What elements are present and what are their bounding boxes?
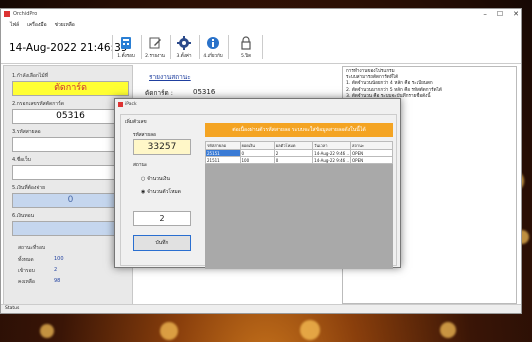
background-light	[160, 322, 178, 340]
code-label: รหัสสายลอ	[133, 133, 156, 138]
status-label: สถานะ	[133, 163, 148, 168]
calculator-icon	[121, 37, 131, 49]
table-row[interactable]: 21511 100 0 14-Aug-22 9:46 .. OPEN	[205, 156, 393, 164]
web-name-input[interactable]	[12, 165, 129, 180]
step3-label: 3.รหัสสายลอ	[12, 129, 41, 135]
code-value-field[interactable]: 33257	[133, 139, 191, 155]
column-header[interactable]: สถานะ	[350, 141, 393, 150]
info-icon	[207, 37, 219, 49]
table-row[interactable]: 25151 0 2 14-Aug-22 9:46 .. OPEN	[205, 149, 393, 157]
change-field[interactable]	[12, 221, 129, 236]
dialog-title: iPack	[125, 102, 137, 107]
column-header[interactable]: รหัสสายลอ	[205, 141, 241, 150]
toolbar-button-label: 1.ตั้งรอบ	[117, 54, 135, 59]
toolbar-button-label: 5.ปิด	[240, 54, 252, 59]
radio-amount[interactable]: ○ จำนวนเงิน	[141, 175, 170, 183]
center-key: ตัดการ์ด :	[145, 89, 173, 97]
gear-icon	[177, 36, 191, 50]
minimize-button[interactable]: –	[483, 10, 487, 18]
menu-help[interactable]: ช่วยเหลือ	[55, 21, 75, 29]
code-input[interactable]: 05316	[12, 109, 129, 124]
step5-label: 5.เงินที่ต้องจ่าย	[12, 185, 45, 191]
step4-label: 4.ชื่อเว็บ	[12, 157, 31, 163]
summary-title: สถานะที่รอบ	[18, 245, 46, 251]
datetime-display: 14-Aug-2022 21:46:39	[9, 42, 128, 54]
step1-label: 1.กำลังเลือกไม้ที่	[12, 73, 49, 79]
toolbar-button-round[interactable]: 1.ตั้งรอบ	[113, 34, 139, 62]
group-title: เพิ่มตัวเลข	[125, 120, 147, 125]
background-light	[440, 322, 456, 338]
save-button[interactable]: บันทึก	[133, 235, 191, 251]
column-header[interactable]: วันเวลา	[312, 141, 352, 150]
close-button[interactable]: ✕	[513, 10, 519, 18]
center-value: 05316	[193, 88, 216, 96]
toolbar-button-label: 2.รายงาน	[145, 54, 165, 59]
dialog-window: iPack เพิ่มตัวเลข รหัสสายลอ 33257 สถานะ …	[114, 98, 401, 269]
menu-tools[interactable]: เครื่องมือ	[27, 21, 46, 29]
info-banner: ต่อเนื่องผ่านตัวรหัสสายลอ ระบบจะใส่ข้อมู…	[205, 123, 393, 137]
window-title: OrchidPro	[13, 11, 38, 17]
summary-row: เข้ารอบ 2	[18, 267, 58, 274]
summary-row: คงเหลือ 98	[18, 278, 61, 285]
background-light	[300, 320, 320, 340]
step2-label: 2.กรอกเลขรหัสตัดการ์ด	[12, 101, 64, 107]
column-header[interactable]: ยอดเงิน	[239, 141, 275, 150]
toolbar-button-label: 3.ตั้งค่า	[176, 54, 192, 59]
title-bar: OrchidPro – ☐ ✕	[1, 9, 521, 20]
summary-row: ทั้งหมด 100	[18, 256, 64, 263]
dialog-icon	[118, 102, 123, 107]
toolbar-button-about[interactable]: 4.เกี่ยวกับ	[200, 34, 226, 62]
grid-header: รหัสสายลอ ยอดเงิน ผลตัวโหมด วันเวลา สถาน…	[205, 141, 393, 150]
toolbar-button-report[interactable]: 2.รายงาน	[142, 34, 168, 62]
menu-file[interactable]: ไฟล์	[10, 21, 19, 29]
app-icon	[4, 11, 10, 17]
background-light	[40, 324, 54, 338]
data-grid: รหัสสายลอ ยอดเงิน ผลตัวโหมด วันเวลา สถาน…	[205, 141, 393, 269]
toolbar: 14-Aug-2022 21:46:39 1.ตั้งรอบ 2.รายงาน …	[1, 31, 521, 64]
menu-bar: ไฟล์ เครื่องมือ ช่วยเหลือ	[1, 20, 521, 29]
status-bar: Status	[1, 304, 521, 313]
column-header[interactable]: ผลตัวโหมด	[273, 141, 314, 150]
quantity-input[interactable]: 2	[133, 211, 191, 226]
mode-field[interactable]: ตัดการ์ด	[12, 81, 129, 96]
toolbar-button-label: 4.เกี่ยวกับ	[203, 54, 223, 59]
toolbar-button-settings[interactable]: 3.ตั้งค่า	[171, 34, 197, 62]
line-code-input[interactable]	[12, 137, 129, 152]
payment-field[interactable]: 0	[12, 193, 129, 208]
toolbar-button-close[interactable]: 5.ปิด	[233, 34, 259, 62]
dialog-group: เพิ่มตัวเลข รหัสสายลอ 33257 สถานะ ○ จำนว…	[120, 114, 397, 269]
status-report-link[interactable]: รายงานสถานะ	[149, 72, 191, 82]
maximize-button[interactable]: ☐	[497, 10, 503, 18]
edit-icon	[149, 37, 161, 49]
radio-count[interactable]: ◉ จำนวนตัวโหมด	[141, 188, 181, 196]
lock-icon	[241, 36, 251, 50]
step6-label: 6.เงินทอน	[12, 213, 35, 219]
